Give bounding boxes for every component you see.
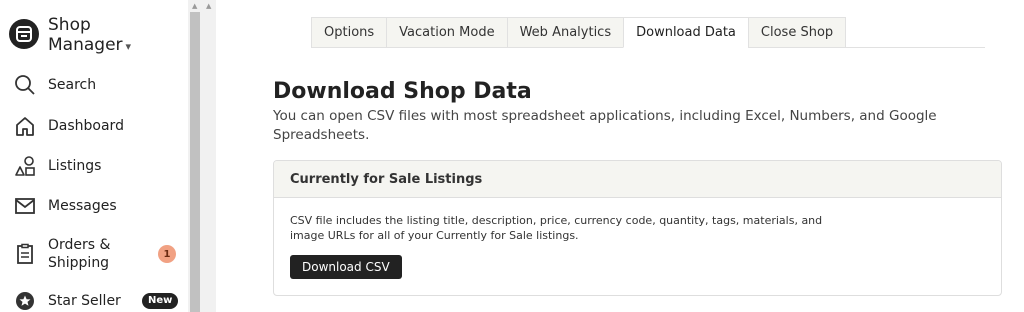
tab-web-analytics[interactable]: Web Analytics xyxy=(506,17,624,48)
scrollbar-thumb[interactable] xyxy=(190,12,200,312)
tab-options[interactable]: Options xyxy=(311,17,387,48)
sidebar-item-dashboard[interactable]: Dashboard xyxy=(0,108,188,144)
shop-icon xyxy=(9,19,39,49)
brand-line1: Shop xyxy=(48,15,91,35)
home-icon xyxy=(14,115,36,137)
scroll-up-icon[interactable]: ▲ xyxy=(206,2,211,10)
settings-tabs: Options Vacation Mode Web Analytics Down… xyxy=(311,17,847,48)
search-icon xyxy=(14,74,36,96)
sidebar-item-star-seller[interactable]: Star Seller New xyxy=(0,283,188,312)
sidebar-item-label-line2: Shipping xyxy=(48,255,110,271)
card-description: CSV file includes the listing title, des… xyxy=(290,214,823,242)
sidebar-item-label: Orders & Shipping xyxy=(48,236,110,272)
sidebar-item-listings[interactable]: Listings xyxy=(0,148,188,184)
sidebar: Shop Manager ▾ Search Dashboard Listings … xyxy=(0,0,188,312)
sidebar-item-label: Dashboard xyxy=(48,118,124,134)
new-badge: New xyxy=(142,293,179,309)
brand-line2: Manager xyxy=(48,35,123,55)
sidebar-item-orders-shipping[interactable]: Orders & Shipping 1 xyxy=(0,234,188,274)
star-icon xyxy=(14,290,36,312)
download-csv-button[interactable]: Download CSV xyxy=(290,255,402,279)
shop-manager-menu[interactable]: Shop Manager ▾ xyxy=(9,15,131,57)
tab-download-data[interactable]: Download Data xyxy=(623,17,748,48)
notification-badge: 1 xyxy=(158,245,176,263)
clipboard-icon xyxy=(14,243,36,265)
chevron-down-icon: ▾ xyxy=(125,40,132,53)
download-card: Currently for Sale Listings CSV file inc… xyxy=(273,160,1002,296)
sidebar-item-label-line1: Orders & xyxy=(48,237,111,253)
sidebar-item-messages[interactable]: Messages xyxy=(0,188,188,224)
card-body: CSV file includes the listing title, des… xyxy=(274,198,1001,294)
shapes-icon xyxy=(14,155,36,177)
tabs-divider xyxy=(813,47,985,48)
card-header: Currently for Sale Listings xyxy=(274,161,1001,198)
sidebar-gutter xyxy=(202,0,216,312)
scroll-up-icon[interactable]: ▲ xyxy=(192,2,197,10)
envelope-icon xyxy=(14,195,36,217)
page-title: Download Shop Data xyxy=(273,79,532,104)
page-description: You can open CSV files with most spreads… xyxy=(273,108,937,143)
tab-close-shop[interactable]: Close Shop xyxy=(747,17,847,48)
sidebar-item-label: Messages xyxy=(48,198,117,214)
sidebar-item-search[interactable]: Search xyxy=(0,67,188,103)
sidebar-item-label: Listings xyxy=(48,158,102,174)
sidebar-item-label: Search xyxy=(48,77,97,93)
tab-vacation-mode[interactable]: Vacation Mode xyxy=(386,17,507,48)
sidebar-item-label: Star Seller xyxy=(48,293,121,309)
